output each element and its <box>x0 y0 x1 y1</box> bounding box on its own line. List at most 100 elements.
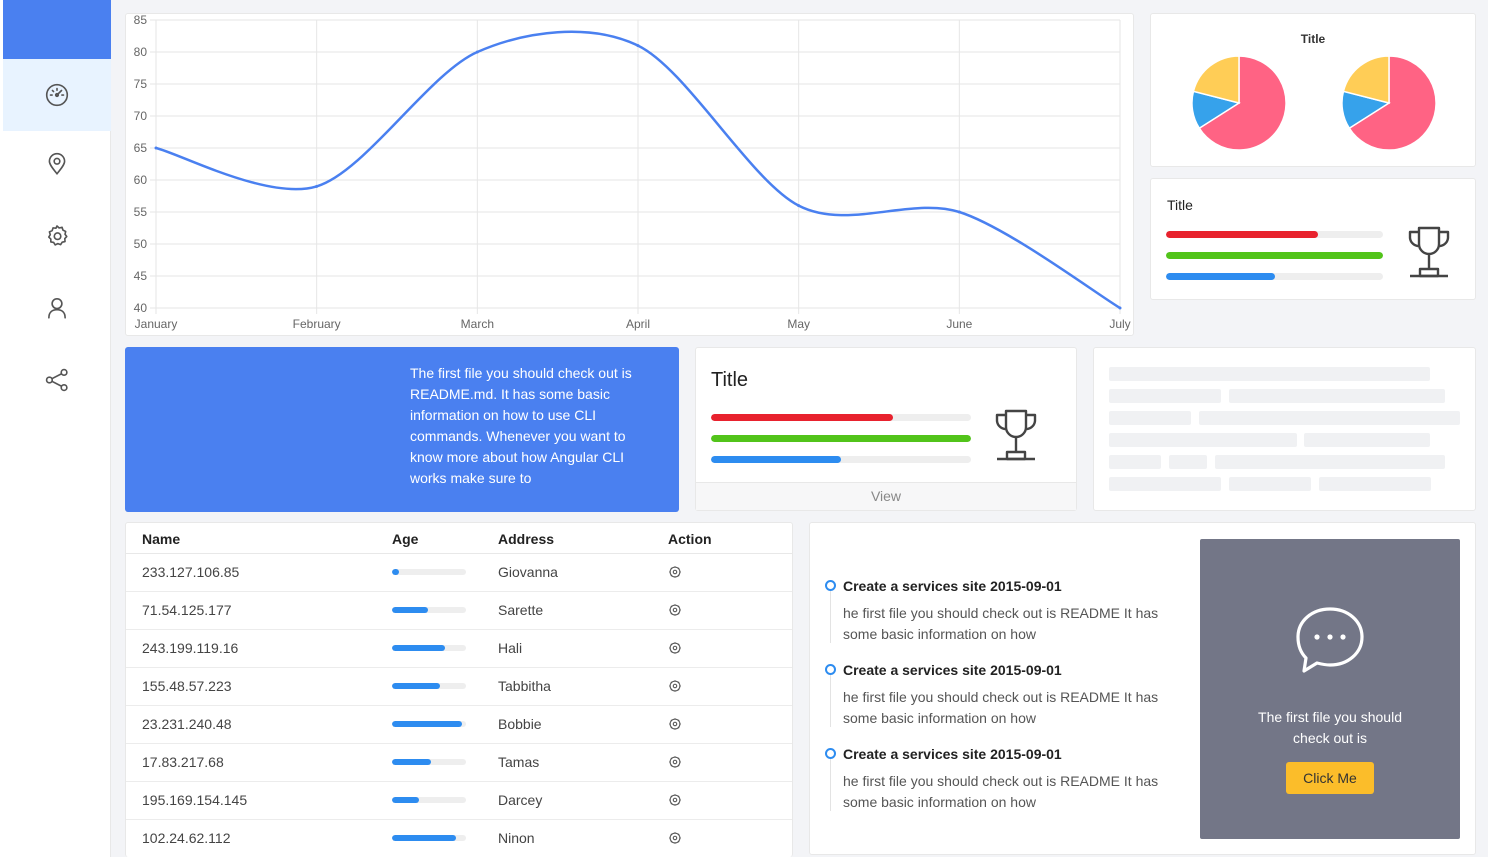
cell-age <box>392 629 498 668</box>
cell-address: Bobbie <box>498 705 668 744</box>
stats-card-title: Title <box>711 369 749 391</box>
skeleton-line <box>1109 477 1221 491</box>
timeline-item-body: he first file you should check out is RE… <box>843 773 1159 810</box>
timeline-item-body: he first file you should check out is RE… <box>843 605 1159 642</box>
table-row[interactable]: 102.24.62.112 Ninon <box>126 819 792 857</box>
cell-action <box>668 705 792 744</box>
data-point <box>1118 306 1122 310</box>
skeleton-line <box>1109 455 1161 469</box>
cell-age <box>392 781 498 820</box>
sidebar-item-user[interactable] <box>3 272 111 344</box>
stats-bar-blue <box>711 456 971 463</box>
pie-chart-left <box>1191 55 1287 151</box>
table-row[interactable]: 17.83.217.68 Tamas <box>126 743 792 782</box>
table-row[interactable]: 195.169.154.145 Darcey <box>126 781 792 820</box>
column-header-age[interactable]: Age <box>392 523 498 554</box>
cell-name: 17.83.217.68 <box>126 743 392 782</box>
timeline-item-title: Create a services site 2015-09-01 <box>843 578 1062 594</box>
table-row[interactable]: 233.127.106.85 Giovanna <box>126 553 792 592</box>
skeleton-line <box>1109 367 1430 381</box>
trophy-icon <box>995 409 1037 461</box>
y-tick-label: 75 <box>134 77 148 91</box>
skeleton-line <box>1229 389 1445 403</box>
timeline-dot <box>825 664 836 675</box>
timeline-connector <box>830 759 831 811</box>
cell-action <box>668 629 792 668</box>
table-row[interactable]: 155.48.57.223 Tabbitha <box>126 667 792 706</box>
settings-action-icon[interactable] <box>668 831 682 845</box>
cell-action <box>668 743 792 782</box>
sidebar <box>0 0 111 857</box>
progress-card-title: Title <box>1167 197 1193 213</box>
data-point <box>957 210 961 214</box>
table-header-row: Name Age Address Action <box>126 523 792 554</box>
settings-action-icon[interactable] <box>668 793 682 807</box>
timeline-card: Create a services site 2015-09-01 he fir… <box>809 522 1476 855</box>
sidebar-item-location[interactable] <box>3 128 111 200</box>
cell-action <box>668 667 792 706</box>
data-point <box>315 184 319 188</box>
cell-name: 71.54.125.177 <box>126 591 392 630</box>
settings-action-icon[interactable] <box>668 679 682 693</box>
view-button[interactable]: View <box>696 482 1076 510</box>
y-tick-label: 85 <box>134 14 148 27</box>
settings-action-icon[interactable] <box>668 717 682 731</box>
timeline-dot <box>825 580 836 591</box>
cell-age <box>392 705 498 744</box>
timeline-connector <box>830 591 831 643</box>
settings-action-icon[interactable] <box>668 755 682 769</box>
y-tick-label: 70 <box>134 109 148 123</box>
dashboard-icon <box>45 83 69 107</box>
skeleton-line <box>1215 455 1445 469</box>
click-me-button[interactable]: Click Me <box>1286 762 1374 794</box>
y-tick-label: 60 <box>134 173 148 187</box>
skeleton-line <box>1199 411 1460 425</box>
x-tick-label: January <box>135 317 178 331</box>
cell-address: Giovanna <box>498 553 668 592</box>
age-progress-bar <box>392 759 466 765</box>
y-tick-label: 55 <box>134 205 148 219</box>
timeline-item-title: Create a services site 2015-09-01 <box>843 746 1062 762</box>
cell-name: 195.169.154.145 <box>126 781 392 820</box>
cell-age <box>392 591 498 630</box>
pie-chart-right <box>1341 55 1437 151</box>
share-icon <box>45 368 68 392</box>
column-header-name[interactable]: Name <box>126 523 392 554</box>
trophy-icon <box>1408 226 1450 278</box>
cell-address: Tamas <box>498 743 668 782</box>
line-chart-card: 85 80 75 70 65 60 55 50 45 40 January February March… <box>125 13 1134 336</box>
table-row[interactable]: 243.199.119.16 Hali <box>126 629 792 668</box>
data-point <box>797 204 801 208</box>
cell-name: 23.231.240.48 <box>126 705 392 744</box>
x-tick-label: June <box>946 317 972 331</box>
progress-bar-blue <box>1166 273 1383 280</box>
skeleton-line <box>1169 455 1207 469</box>
data-table-card: Name Age Address Action 233.127.106.85 Gi… <box>125 522 793 857</box>
progress-card: Title <box>1150 178 1476 300</box>
skeleton-line <box>1229 477 1311 491</box>
column-header-address[interactable]: Address <box>498 523 668 554</box>
sidebar-item-settings[interactable] <box>3 200 111 272</box>
sidebar-item-share[interactable] <box>3 344 111 416</box>
line-chart: 85 80 75 70 65 60 55 50 45 40 January February March… <box>134 14 1131 331</box>
settings-action-icon[interactable] <box>668 641 682 655</box>
cell-age <box>392 743 498 782</box>
column-header-action: Action <box>668 523 792 554</box>
x-tick-label: July <box>1109 317 1130 331</box>
y-tick-label: 65 <box>134 141 148 155</box>
cell-address: Darcey <box>498 781 668 820</box>
settings-action-icon[interactable] <box>668 565 682 579</box>
sidebar-item-dashboard[interactable] <box>3 59 111 131</box>
settings-action-icon[interactable] <box>668 603 682 617</box>
skeleton-line <box>1109 389 1221 403</box>
cell-address: Ninon <box>498 819 668 857</box>
cell-age <box>392 819 498 857</box>
y-tick-label: 45 <box>134 269 148 283</box>
x-tick-label: February <box>293 317 341 331</box>
cell-age <box>392 667 498 706</box>
data-point <box>475 50 479 54</box>
progress-bar-green <box>1166 252 1383 259</box>
table-row[interactable]: 23.231.240.48 Bobbie <box>126 705 792 744</box>
y-tick-label: 50 <box>134 237 148 251</box>
table-row[interactable]: 71.54.125.177 Sarette <box>126 591 792 630</box>
